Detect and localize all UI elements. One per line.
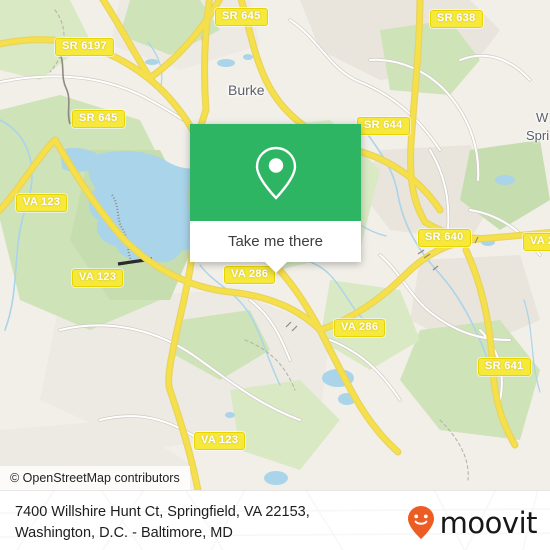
map-attribution: © OpenStreetMap contributors — [0, 466, 190, 490]
road-shield: SR 645 — [72, 110, 125, 128]
road-shield: SR 645 — [215, 8, 268, 26]
road-shield: VA 123 — [194, 432, 246, 450]
moovit-location-card-screenshot: .land{fill:#f2efe9} .resid{fill:#e9e4dc}… — [0, 0, 550, 550]
map-place-label: Spri — [526, 128, 550, 143]
road-shield: VA 123 — [72, 269, 124, 287]
address-line-2: Washington, D.C. - Baltimore, MD — [15, 525, 233, 541]
road-shield: SR 644 — [357, 117, 410, 135]
road-shield: SR 6197 — [55, 38, 114, 56]
map-pin-icon — [255, 146, 296, 200]
moovit-wordmark: moovit — [439, 506, 538, 540]
take-me-there-label: Take me there — [227, 233, 324, 250]
road-shield: VA 2 — [523, 233, 550, 251]
address-text: 7400 Willshire Hunt Ct, Springfield, VA … — [15, 502, 395, 544]
moovit-smiley-pin-icon — [407, 506, 434, 539]
road-shield: VA 123 — [16, 194, 68, 212]
road-shield: VA 286 — [334, 319, 386, 337]
card-pointer-tail — [264, 262, 287, 273]
take-me-there-button[interactable]: Take me there — [190, 221, 361, 262]
moovit-logo[interactable]: moovit — [406, 505, 538, 541]
map-place-label: Burke — [228, 82, 265, 98]
map-place-label: W — [536, 110, 549, 125]
address-line-1: 7400 Willshire Hunt Ct, Springfield, VA … — [15, 504, 310, 520]
footer-bar: 7400 Willshire Hunt Ct, Springfield, VA … — [0, 490, 550, 550]
location-callout-card[interactable]: Take me there — [190, 124, 361, 273]
road-shield: SR 641 — [478, 358, 531, 376]
road-shield: SR 640 — [418, 229, 471, 247]
card-pin-area — [190, 124, 361, 221]
road-shield: SR 638 — [430, 10, 483, 28]
